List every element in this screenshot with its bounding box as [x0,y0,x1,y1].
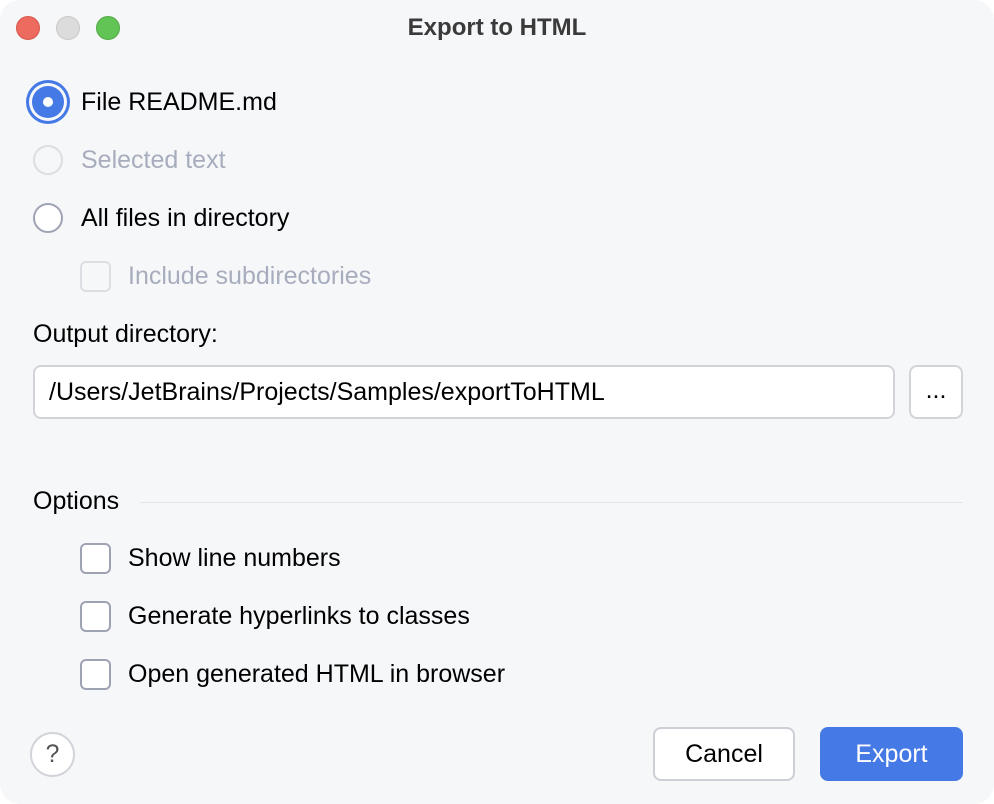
radio-selected-text-label: Selected text [81,144,226,176]
show-line-numbers-checkbox[interactable] [80,543,111,574]
dialog-title: Export to HTML [0,12,994,44]
cancel-button[interactable]: Cancel [653,727,795,781]
open-in-browser-checkbox[interactable] [80,659,111,690]
radio-all-files-label[interactable]: All files in directory [81,202,289,234]
include-subdirectories-checkbox [80,261,111,292]
options-section-title: Options [33,485,119,517]
include-subdirectories-label: Include subdirectories [128,260,371,292]
export-button[interactable]: Export [820,727,963,781]
export-dialog: Export to HTML File README.md Selected t… [0,0,994,804]
generate-hyperlinks-label[interactable]: Generate hyperlinks to classes [128,600,470,632]
help-button[interactable]: ? [30,732,75,777]
output-directory-input[interactable]: /Users/JetBrains/Projects/Samples/export… [33,365,895,419]
browse-button[interactable]: ... [909,365,963,419]
radio-file-readme-label[interactable]: File README.md [81,86,277,118]
options-separator [140,502,963,503]
radio-all-files[interactable] [33,203,63,233]
output-directory-label: Output directory: [33,318,218,350]
radio-selected-text [33,145,63,175]
generate-hyperlinks-checkbox[interactable] [80,601,111,632]
radio-file-readme[interactable] [32,86,64,118]
open-in-browser-label[interactable]: Open generated HTML in browser [128,658,505,690]
show-line-numbers-label[interactable]: Show line numbers [128,542,341,574]
